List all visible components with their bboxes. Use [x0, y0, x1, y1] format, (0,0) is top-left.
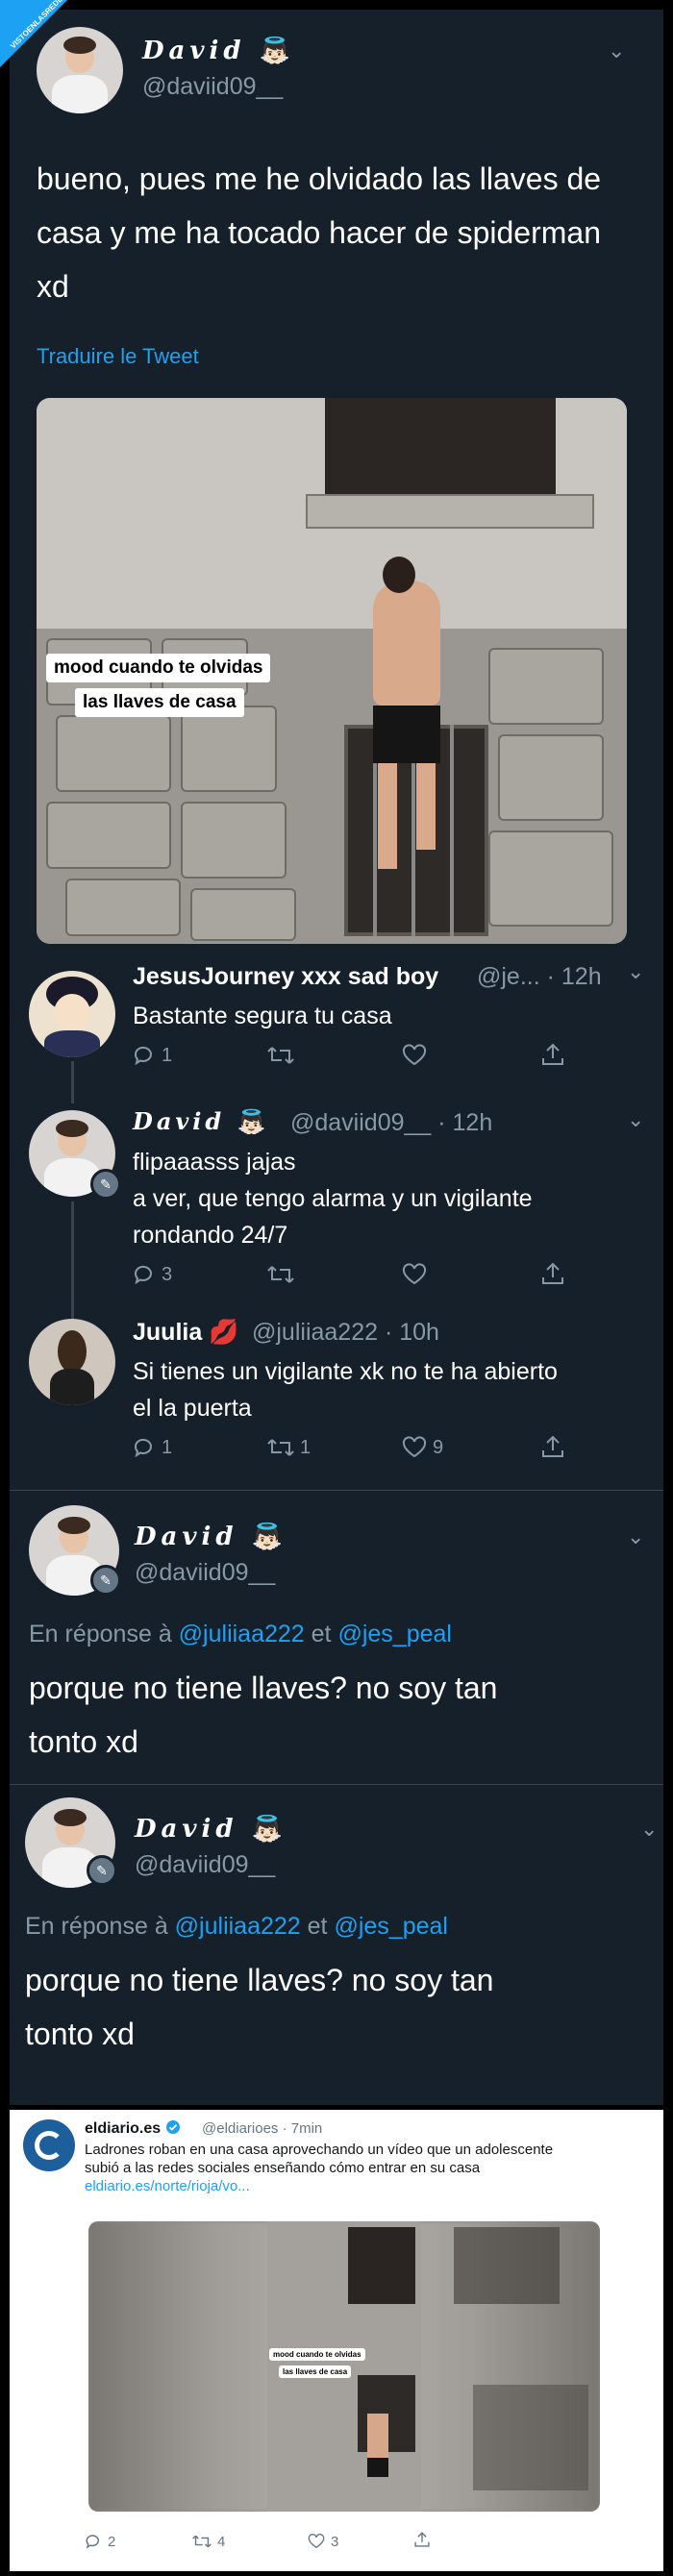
- retweet-count: 4: [217, 2533, 226, 2550]
- in-reply-to: En réponse à @juliiaa222 et @jes_peal: [29, 1621, 452, 1647]
- share-icon: [414, 2532, 430, 2547]
- translate-link[interactable]: Traduire le Tweet: [37, 344, 199, 369]
- like-icon: [402, 1044, 427, 1066]
- reply-meta: @daviid09__ · 12h: [290, 1109, 493, 1136]
- reply-author-name[interactable]: Juulia 💋: [133, 1319, 238, 1347]
- chevron-down-icon[interactable]: ⌄: [627, 1107, 644, 1132]
- pen-icon: ✎: [90, 1169, 121, 1200]
- chevron-down-icon[interactable]: ⌄: [627, 1524, 644, 1549]
- mention-link[interactable]: @jes_peal: [334, 1913, 448, 1940]
- author-handle[interactable]: @daviid09__: [135, 1559, 275, 1587]
- chevron-down-icon[interactable]: ⌄: [608, 38, 625, 63]
- reply-count: 3: [162, 1263, 173, 1285]
- mention-link[interactable]: @juliiaa222: [179, 1621, 305, 1647]
- reply-text: Si tienes un vigilante xk no te ha abier…: [133, 1358, 558, 1422]
- pen-icon: ✎: [90, 1565, 121, 1596]
- author-name[interactable]: David 👼🏻: [135, 1815, 283, 1844]
- avatar[interactable]: [29, 971, 115, 1057]
- avatar[interactable]: [29, 1319, 115, 1405]
- mention-link[interactable]: @juliiaa222: [175, 1913, 301, 1940]
- reply-count: 1: [162, 1044, 173, 1066]
- photo-caption: mood cuando te olvidas: [269, 2348, 365, 2361]
- retweet-button[interactable]: 4: [192, 2533, 225, 2550]
- author-name[interactable]: David 👼🏻: [142, 37, 290, 65]
- reply-icon: [86, 2535, 99, 2549]
- article-link[interactable]: eldiario.es/norte/rioja/vo...: [85, 2177, 553, 2195]
- reply-icon: [134, 1265, 152, 1285]
- tweet-text: bueno, pues me he olvidado las llaves de…: [37, 161, 602, 304]
- reply-button[interactable]: 1: [133, 1436, 172, 1459]
- tweet-photo[interactable]: mood cuando te olvidas las llaves de cas…: [37, 398, 627, 944]
- retweet-count: 1: [300, 1436, 312, 1458]
- photo-caption: las llaves de casa: [75, 688, 244, 717]
- like-button[interactable]: [402, 1044, 427, 1067]
- pen-icon: ✎: [87, 1855, 117, 1886]
- photo-caption: las llaves de casa: [279, 2365, 352, 2378]
- like-icon: [308, 2534, 325, 2549]
- share-button[interactable]: [540, 1434, 565, 1459]
- retweet-icon: [267, 1047, 294, 1064]
- share-icon: [542, 1043, 563, 1065]
- reply-count: 1: [162, 1436, 173, 1458]
- in-reply-to: En réponse à @juliiaa222 et @jes_peal: [25, 1913, 448, 1940]
- tweet-text: Ladrones roban en una casa aprovechando …: [85, 2142, 554, 2195]
- like-count: 9: [433, 1436, 444, 1458]
- share-button[interactable]: [540, 1261, 565, 1286]
- like-icon: [402, 1263, 427, 1285]
- retweet-button[interactable]: [267, 1263, 294, 1286]
- like-button[interactable]: 3: [308, 2533, 338, 2550]
- avatar[interactable]: [23, 2119, 75, 2171]
- reply-author-name[interactable]: David 👼🏻: [133, 1107, 265, 1135]
- reply-button[interactable]: 3: [133, 1263, 172, 1286]
- verified-icon: [165, 2120, 180, 2134]
- reply-author-name[interactable]: JesusJourney xxx sad boy: [133, 963, 438, 991]
- tweet-text: porque no tiene llaves? no soy tan tonto…: [29, 1671, 498, 1759]
- like-button[interactable]: 9: [402, 1436, 443, 1459]
- avatar[interactable]: [37, 27, 123, 113]
- like-button[interactable]: [402, 1263, 427, 1286]
- thread-line: [71, 1201, 74, 1319]
- reply-icon: [134, 1438, 152, 1458]
- tweet-text: porque no tiene llaves? no soy tan tonto…: [25, 1963, 494, 2051]
- photo-caption: mood cuando te olvidas: [46, 654, 271, 682]
- author-handle[interactable]: @daviid09__: [142, 73, 283, 101]
- reply-icon: [134, 1046, 152, 1066]
- reply-button[interactable]: 1: [133, 1044, 172, 1067]
- author-meta: @eldiarioes · 7min: [202, 2120, 323, 2137]
- author-name[interactable]: eldiario.es: [85, 2119, 181, 2138]
- reply-meta: @juliiaa222 · 10h: [252, 1319, 439, 1346]
- share-button[interactable]: [540, 1042, 565, 1067]
- reply-text: Bastante segura tu casa: [133, 1003, 392, 1029]
- eldiario-tweet: eldiario.es @eldiarioes · 7min Ladrones …: [10, 2110, 663, 2571]
- share-icon: [542, 1435, 563, 1457]
- retweet-icon: [267, 1439, 294, 1456]
- like-icon: [402, 1436, 427, 1458]
- reply-button[interactable]: 2: [85, 2533, 115, 2550]
- retweet-button[interactable]: 1: [267, 1436, 311, 1459]
- retweet-button[interactable]: [267, 1044, 294, 1067]
- chevron-down-icon[interactable]: ⌄: [627, 959, 644, 984]
- author-handle[interactable]: @daviid09__: [135, 1851, 275, 1879]
- reply-meta: @je... · 12h: [477, 963, 602, 990]
- share-button[interactable]: [413, 2531, 431, 2548]
- chevron-down-icon[interactable]: ⌄: [640, 1817, 658, 1842]
- share-icon: [542, 1262, 563, 1284]
- retweet-icon: [192, 2535, 212, 2548]
- reply-text: flipaaasss jajas a ver, que tengo alarma…: [133, 1149, 533, 1249]
- mention-link[interactable]: @jes_peal: [337, 1621, 452, 1647]
- divider: [10, 1784, 663, 1785]
- tweet-photo[interactable]: mood cuando te olvidas las llaves de cas…: [88, 2221, 600, 2512]
- divider: [10, 1490, 663, 1491]
- retweet-icon: [267, 1266, 294, 1283]
- twitter-thread-dark: David 👼🏻 @daviid09__ ⌄ bueno, pues me he…: [10, 10, 663, 2105]
- thread-line: [71, 1061, 74, 1103]
- like-count: 3: [331, 2533, 339, 2550]
- reply-count: 2: [108, 2533, 116, 2550]
- author-name[interactable]: David 👼🏻: [135, 1523, 283, 1551]
